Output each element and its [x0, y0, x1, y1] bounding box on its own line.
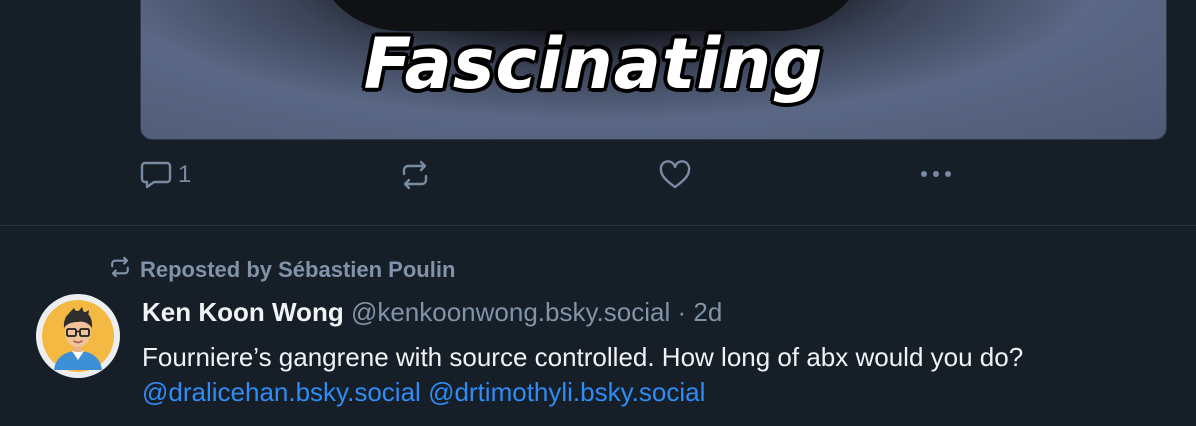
- cartoon-avatar-glasses: [42, 300, 114, 372]
- ellipsis-icon: [918, 164, 954, 184]
- reposted-by-banner[interactable]: Reposted by Sébastien Poulin: [108, 256, 455, 284]
- feed: Fascinating 1 Reposted by Sébastien Poul…: [0, 0, 1196, 426]
- post-header: Ken Koon Wong @kenkoonwong.bsky.social ·…: [142, 297, 722, 328]
- post-divider: [0, 225, 1196, 226]
- author-handle[interactable]: @kenkoonwong.bsky.social: [351, 297, 670, 327]
- comment-icon: [140, 160, 172, 190]
- repost-button[interactable]: [398, 160, 432, 190]
- more-options-button[interactable]: [918, 164, 954, 184]
- post-text: Fourniere’s gangrene with source control…: [142, 340, 1182, 410]
- reposted-by-label: Reposted by Sébastien Poulin: [140, 257, 456, 282]
- meta-separator: ·: [670, 297, 694, 327]
- mention-link[interactable]: @drtimothyli.bsky.social: [428, 377, 705, 407]
- mention-link[interactable]: @dralicehan.bsky.social: [142, 377, 421, 407]
- author-name[interactable]: Ken Koon Wong: [142, 297, 344, 327]
- like-button[interactable]: [658, 160, 692, 190]
- reply-button[interactable]: 1: [140, 160, 191, 190]
- post-action-bar: 1: [140, 160, 980, 196]
- avatar[interactable]: [36, 294, 120, 378]
- post-media-image[interactable]: Fascinating: [140, 0, 1167, 140]
- post-text-content: Fourniere’s gangrene with source control…: [142, 342, 1024, 372]
- post-timestamp[interactable]: 2d: [693, 297, 722, 327]
- heart-icon: [658, 160, 692, 190]
- reply-count: 1: [178, 161, 192, 188]
- repost-icon: [108, 256, 132, 284]
- media-caption-text: Fascinating: [363, 23, 824, 105]
- repost-icon: [398, 160, 432, 190]
